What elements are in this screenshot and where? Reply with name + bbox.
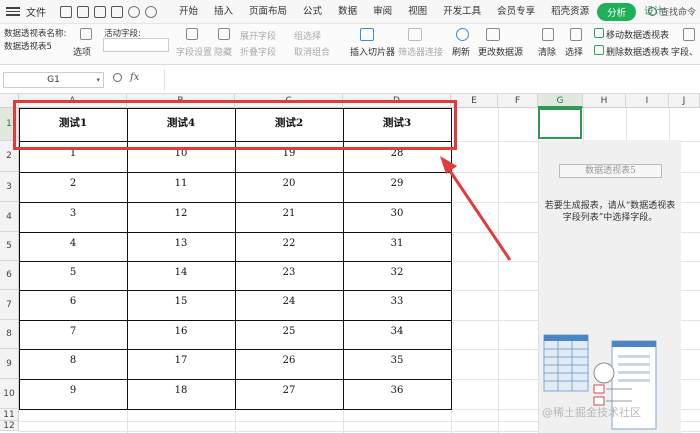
table-row-line (19, 379, 451, 380)
row-header-5[interactable]: 5 (0, 232, 19, 261)
table-row-line (19, 320, 451, 321)
row-header-9[interactable]: 9 (0, 349, 19, 379)
column-header-i[interactable]: I (626, 94, 669, 108)
delete-pivot-icon (594, 45, 604, 55)
undo-icon[interactable] (128, 5, 140, 18)
gridline-vertical (498, 108, 499, 433)
refresh-button[interactable]: 刷新 (452, 45, 470, 58)
hide-button[interactable]: 隐藏 (214, 45, 232, 58)
row-header-7[interactable]: 7 (0, 290, 19, 320)
export-pdf-icon[interactable] (77, 5, 89, 18)
menu-tab-4[interactable]: 数据 (330, 3, 365, 21)
menu-tabs: 开始 插入 页面布局 公式 数据 审阅 视图 开发工具 会员专享 稻壳资源 分析 设计 (171, 2, 671, 21)
clear-button[interactable]: 清除 (538, 45, 556, 58)
table-row-line (19, 202, 451, 203)
menu-tab-analyze[interactable]: 分析 (597, 2, 637, 21)
column-header-g[interactable]: G (538, 94, 583, 108)
column-header-f[interactable]: F (498, 94, 538, 108)
row-header-12[interactable]: 12 (0, 421, 19, 431)
select-button[interactable]: 选择 (565, 45, 583, 58)
delete-pivot-button[interactable]: 删除数据透视表 (606, 45, 669, 58)
collapse-field-button[interactable]: 折叠字段 (240, 45, 276, 58)
select-icon (570, 28, 582, 41)
hamburger-menu-icon[interactable] (6, 7, 20, 16)
menu-tab-8[interactable]: 会员专享 (489, 3, 543, 21)
chevron-down-icon: ▾ (96, 76, 100, 84)
row-header-11[interactable]: 11 (0, 409, 19, 421)
expand-field-button[interactable]: 展开字段 (240, 29, 276, 42)
row-header-6[interactable]: 6 (0, 261, 19, 290)
column-header-j[interactable]: J (669, 94, 700, 108)
menu-file[interactable]: 文件 (26, 4, 46, 19)
options-icon (80, 28, 92, 40)
pivot-placeholder-title: 数据透视表5 (559, 164, 662, 178)
filter-connections-button[interactable]: 筛选器连接 (398, 45, 443, 58)
refresh-icon (456, 28, 469, 41)
pivot-name-field[interactable]: 数据透视表5 (4, 40, 62, 52)
field-settings-button[interactable]: 字段设置 (176, 45, 212, 58)
table-row-line (19, 172, 451, 173)
menu-tab-0[interactable]: 开始 (171, 3, 206, 21)
menu-tab-7[interactable]: 开发工具 (435, 3, 489, 21)
field-list-icon (683, 28, 695, 41)
filter-connections-icon (408, 28, 422, 41)
annotation-highlight-box (13, 100, 457, 150)
move-pivot-button[interactable]: 移动数据透视表 (606, 28, 669, 41)
name-box[interactable]: G1 ▾ (3, 72, 104, 88)
insert-slicer-icon (360, 28, 374, 41)
ribbon-analyze: 数据透视表名称: 数据透视表5 选项 活动字段: 字段设置 隐藏 展开字段 折叠… (0, 24, 700, 65)
table-row-line (19, 232, 451, 233)
pivot-name-label: 数据透视表名称: (4, 29, 67, 39)
selected-cell-g1[interactable] (538, 108, 582, 139)
pivot-placeholder-message: 若要生成报表，请从“数据透视表字段列表”中选择字段。 (544, 201, 676, 223)
active-field-input[interactable] (103, 38, 169, 52)
menu-tab-1[interactable]: 插入 (206, 3, 241, 21)
formula-input[interactable] (164, 70, 700, 90)
field-settings-icon (186, 28, 198, 40)
print-preview-icon[interactable] (111, 5, 123, 18)
table-column-line (343, 108, 344, 409)
fx-icon[interactable]: fx (130, 72, 139, 83)
search-icon (647, 7, 657, 16)
table-row-line (19, 261, 451, 262)
row-header-3[interactable]: 3 (0, 172, 19, 202)
hide-icon (218, 28, 230, 40)
move-pivot-icon (594, 28, 604, 38)
field-list-button[interactable]: 字段、 (671, 45, 698, 58)
save-icon[interactable] (60, 5, 72, 18)
table-column-line (127, 108, 128, 409)
menu-tab-3[interactable]: 公式 (295, 3, 330, 21)
menu-bar: 文件 开始 插入 页面布局 公式 数据 审阅 视图 开发工具 会员专享 稻壳资源 分析 设计 查找命令 (0, 0, 700, 24)
watermark: @稀土掘金技术社区 (542, 406, 641, 419)
insert-slicer-button[interactable]: 插入切片器 (350, 45, 395, 58)
table-illustration-icon (543, 334, 589, 392)
row-header-8[interactable]: 8 (0, 320, 19, 349)
menu-tab-2[interactable]: 页面布局 (241, 3, 295, 21)
change-source-icon (486, 28, 500, 41)
table-column-line (235, 108, 236, 409)
row-header-10[interactable]: 10 (0, 379, 19, 409)
column-header-e[interactable]: E (451, 94, 498, 108)
change-source-button[interactable]: 更改数据源 (478, 45, 523, 58)
table-row-line (19, 290, 451, 291)
redo-icon[interactable] (145, 5, 157, 18)
menu-tab-6[interactable]: 视图 (400, 3, 435, 21)
table-row-line (19, 349, 451, 350)
quick-access-toolbar (60, 5, 157, 18)
clear-icon (542, 28, 554, 41)
options-button[interactable]: 选项 (73, 45, 91, 58)
row-header-4[interactable]: 4 (0, 202, 19, 232)
ungroup-button[interactable]: 取消组合 (294, 45, 330, 58)
formula-tools: fx (113, 72, 139, 83)
zoom-icon[interactable] (113, 73, 122, 82)
menu-tab-9[interactable]: 稻壳资源 (543, 3, 597, 21)
menu-tab-5[interactable]: 审阅 (365, 3, 400, 21)
group-selection-button[interactable]: 组选择 (294, 29, 321, 42)
print-icon[interactable] (94, 5, 106, 18)
formula-bar: G1 ▾ fx (0, 66, 700, 94)
search-command[interactable]: 查找命令 (647, 5, 696, 18)
column-header-h[interactable]: H (583, 94, 626, 108)
